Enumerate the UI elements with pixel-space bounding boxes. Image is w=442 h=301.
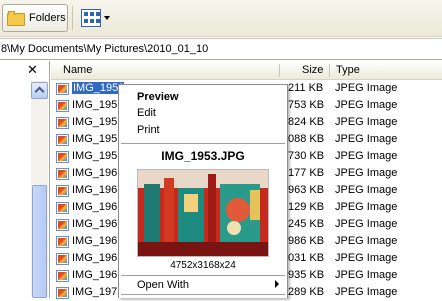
jpeg-file-icon bbox=[56, 168, 69, 180]
file-size: 935 KB bbox=[288, 269, 325, 281]
jpeg-file-icon bbox=[56, 236, 69, 248]
file-type: JPEG Image bbox=[335, 286, 398, 298]
file-name: IMG_195 bbox=[72, 116, 118, 128]
file-name: IMG_196 bbox=[72, 167, 118, 179]
folder-icon bbox=[7, 10, 25, 26]
file-name: IMG_196 bbox=[72, 201, 118, 213]
jpeg-file-icon bbox=[56, 253, 69, 265]
toolbar-separator bbox=[72, 6, 73, 30]
file-type: JPEG Image bbox=[335, 269, 398, 281]
menu-separator bbox=[121, 294, 285, 295]
file-name: IMG_196 bbox=[72, 252, 118, 264]
menu-item-open-with[interactable]: Open With bbox=[119, 277, 287, 294]
jpeg-file-icon bbox=[56, 100, 69, 112]
jpeg-file-icon bbox=[56, 151, 69, 163]
file-name: IMG_196 bbox=[72, 235, 118, 247]
file-name: IMG_197 bbox=[72, 286, 118, 298]
folders-button[interactable]: Folders bbox=[2, 4, 68, 32]
open-with-label: Open With bbox=[137, 279, 189, 291]
file-type: JPEG Image bbox=[335, 218, 398, 230]
file-size: 730 KB bbox=[288, 150, 325, 162]
file-name: IMG_196 bbox=[72, 184, 118, 196]
jpeg-file-icon bbox=[56, 202, 69, 214]
preview-dimensions: 4752x3168x24 bbox=[170, 260, 236, 271]
chevron-down-icon bbox=[104, 16, 110, 20]
file-type: JPEG Image bbox=[335, 201, 398, 213]
toolbar: Folders bbox=[0, 0, 442, 37]
file-size: 824 KB bbox=[288, 116, 325, 128]
views-icon bbox=[81, 9, 101, 27]
jpeg-file-icon bbox=[56, 219, 69, 231]
menu-item-preview[interactable]: Preview bbox=[119, 89, 287, 106]
file-size: 031 KB bbox=[288, 252, 325, 264]
menu-item-print[interactable]: Print bbox=[119, 122, 287, 139]
context-menu: Preview Edit Print IMG_1953.JPG 4752x316… bbox=[118, 84, 288, 298]
menu-separator bbox=[121, 275, 285, 276]
file-size: 129 KB bbox=[288, 201, 325, 213]
file-size: 753 KB bbox=[288, 99, 325, 111]
jpeg-file-icon bbox=[56, 185, 69, 197]
column-size[interactable]: Size bbox=[302, 64, 323, 76]
column-name[interactable]: Name bbox=[63, 64, 92, 76]
jpeg-file-icon bbox=[56, 117, 69, 129]
column-divider[interactable] bbox=[279, 64, 280, 77]
file-type: JPEG Image bbox=[335, 99, 398, 111]
thumbnail-preview-image bbox=[137, 169, 269, 257]
file-type: JPEG Image bbox=[335, 133, 398, 145]
folders-label: Folders bbox=[29, 12, 66, 24]
submenu-arrow-icon bbox=[275, 280, 279, 288]
file-name: IMG_195 bbox=[72, 133, 118, 145]
column-divider[interactable] bbox=[329, 64, 330, 77]
file-name: IMG_195 bbox=[72, 150, 118, 162]
file-name: IMG_196 bbox=[72, 218, 118, 230]
preview-title: IMG_1953.JPG bbox=[161, 149, 245, 163]
file-type: JPEG Image bbox=[335, 235, 398, 247]
file-type: JPEG Image bbox=[335, 167, 398, 179]
file-name: IMG_1953 bbox=[72, 82, 124, 94]
file-type: JPEG Image bbox=[335, 150, 398, 162]
jpeg-file-icon bbox=[56, 83, 69, 95]
file-type: JPEG Image bbox=[335, 82, 398, 94]
file-size: 289 KB bbox=[288, 286, 325, 298]
jpeg-file-icon bbox=[56, 134, 69, 146]
address-bar[interactable]: 8\My Documents\My Pictures\2010_01_10 bbox=[0, 38, 442, 60]
file-size: 963 KB bbox=[288, 184, 325, 196]
column-header: Name Size Type bbox=[51, 61, 442, 80]
scrollbar-thumb[interactable] bbox=[32, 185, 47, 298]
views-button[interactable] bbox=[79, 6, 113, 30]
menu-separator bbox=[121, 143, 285, 144]
file-size: 986 KB bbox=[288, 235, 325, 247]
folder-pane: ✕ bbox=[0, 61, 50, 298]
jpeg-file-icon bbox=[56, 287, 69, 299]
address-path: 8\My Documents\My Pictures\2010_01_10 bbox=[1, 43, 209, 55]
jpeg-file-icon bbox=[56, 270, 69, 282]
scroll-up-button[interactable] bbox=[31, 82, 48, 99]
menu-item-edit[interactable]: Edit bbox=[119, 105, 287, 122]
file-name: IMG_195 bbox=[72, 99, 118, 111]
file-size: 211 KB bbox=[288, 82, 324, 94]
file-type: JPEG Image bbox=[335, 116, 398, 128]
file-size: 245 KB bbox=[288, 218, 325, 230]
close-icon[interactable]: ✕ bbox=[27, 62, 38, 78]
file-type: JPEG Image bbox=[335, 252, 398, 264]
file-size: 088 KB bbox=[288, 133, 325, 145]
column-type[interactable]: Type bbox=[336, 64, 360, 76]
file-size: 177 KB bbox=[288, 167, 325, 179]
file-type: JPEG Image bbox=[335, 184, 398, 196]
file-name: IMG_196 bbox=[72, 269, 118, 281]
